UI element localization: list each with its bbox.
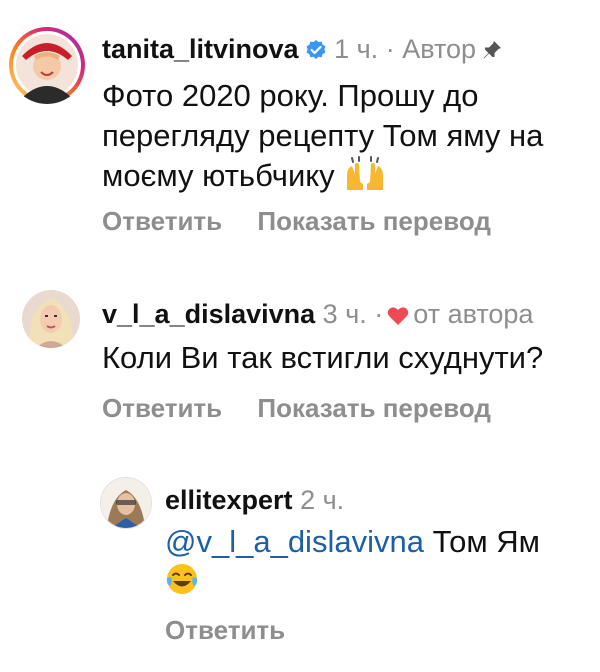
comment-time: 2 ч. <box>300 485 345 515</box>
comment-actions: Ответить Показать перевод <box>102 206 491 236</box>
liked-by-author-label: от автора <box>413 299 534 329</box>
comment-item: tanita_litvinova 1 ч. · Автор Фото 2020 … <box>0 0 600 260</box>
avatar[interactable] <box>100 477 152 529</box>
reply-emoji-line <box>165 562 590 606</box>
show-translation-button[interactable]: Показать перевод <box>257 393 491 423</box>
comment-actions: Ответить Показать перевод <box>102 393 491 423</box>
reply-header: ellitexpert 2 ч. <box>165 484 344 516</box>
username[interactable]: ellitexpert <box>165 485 293 515</box>
username[interactable]: v_l_a_dislavivna <box>102 299 315 329</box>
comment-header: v_l_a_dislavivna 3 ч. · от автора <box>102 298 533 333</box>
tears-of-joy-emoji-icon <box>165 562 199 606</box>
comment-text: Коли Ви так встигли схуднути? <box>102 340 544 375</box>
avatar[interactable] <box>8 26 86 104</box>
pin-icon <box>482 35 502 67</box>
reply-button[interactable]: Ответить <box>102 393 222 423</box>
reply-item: ellitexpert 2 ч. @v_l_a_dislavivna Том Я… <box>0 470 600 670</box>
verified-badge-icon <box>305 36 327 68</box>
reply-text-content: Том Ям <box>432 524 540 559</box>
mention-link[interactable]: @v_l_a_dislavivna <box>165 524 424 559</box>
comment-header: tanita_litvinova 1 ч. · Автор <box>102 33 502 68</box>
reply-button[interactable]: Ответить <box>165 615 285 645</box>
author-label: Автор <box>402 34 477 64</box>
comment-text-line: перегляду рецепту Том яму на <box>102 118 544 153</box>
username[interactable]: tanita_litvinova <box>102 34 299 64</box>
separator: · <box>374 299 384 329</box>
reply-text-line: @v_l_a_dislavivna Том Ям <box>165 522 590 562</box>
comment-text-line: Фото 2020 року. Прошу до <box>102 78 479 113</box>
comment-time: 3 ч. <box>322 299 367 329</box>
raising-hands-emoji-icon <box>343 156 387 202</box>
comment-item: v_l_a_dislavivna 3 ч. · от автора Коли Ви… <box>0 270 600 430</box>
comment-text: Фото 2020 року. Прошу до перегляду рецеп… <box>102 76 592 202</box>
separator: · <box>385 34 395 64</box>
show-translation-button[interactable]: Показать перевод <box>257 206 491 236</box>
comment-text-line: моєму ютьбчику <box>102 156 592 202</box>
avatar[interactable] <box>22 290 80 348</box>
reply-button[interactable]: Ответить <box>102 206 222 236</box>
heart-icon <box>387 301 409 333</box>
comment-time: 1 ч. <box>334 34 379 64</box>
reply-actions: Ответить <box>165 615 285 645</box>
reply-text: @v_l_a_dislavivna Том Ям <box>165 522 590 606</box>
comment-text-line-content: моєму ютьбчику <box>102 158 335 193</box>
